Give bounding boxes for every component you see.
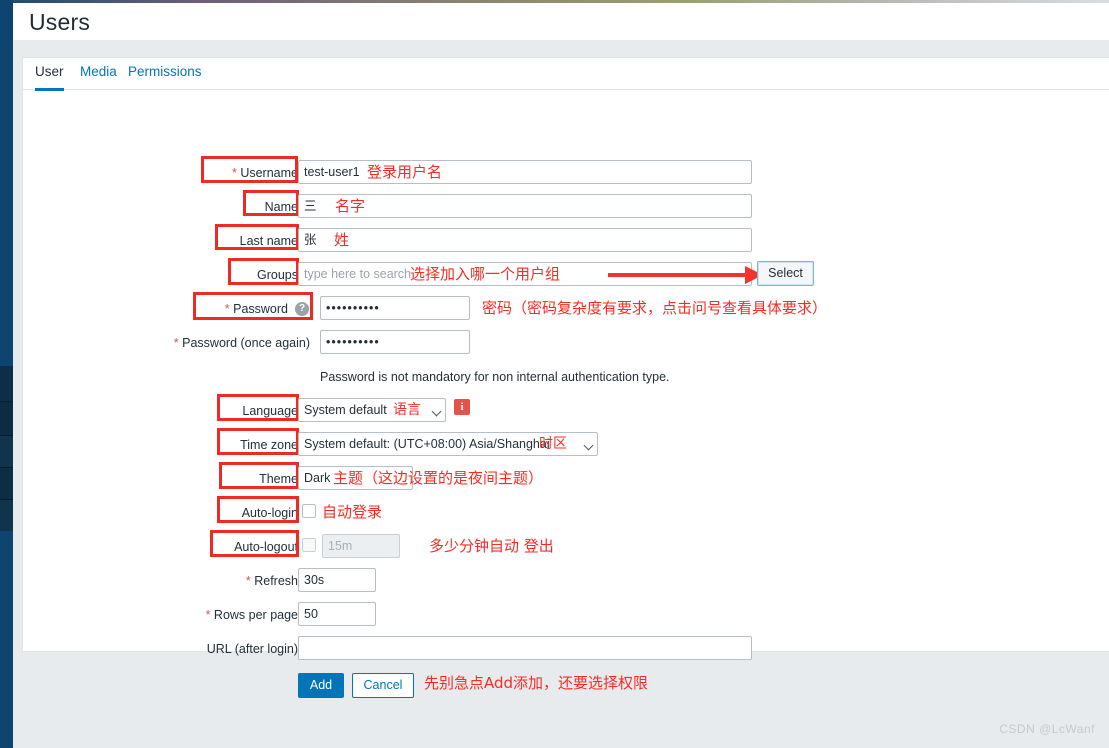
- page-title: Users: [29, 9, 91, 35]
- rows-per-page-label: * Rows per page: [205, 608, 298, 622]
- tab-bar: User Media Permissions: [23, 58, 1109, 91]
- refresh-input[interactable]: 30s: [298, 568, 376, 592]
- annotation-password: 密码（密码复杂度有要求，点击问号查看具体要求）: [482, 299, 828, 317]
- theme-label: Theme: [259, 472, 298, 486]
- required-marker: *: [205, 608, 211, 622]
- language-select[interactable]: System default: [298, 398, 446, 422]
- auto-login-checkbox[interactable]: [302, 504, 316, 518]
- language-select-value: System default: [304, 403, 387, 417]
- password-input[interactable]: ••••••••••: [320, 296, 470, 320]
- password-again-input[interactable]: ••••••••••: [320, 330, 470, 354]
- annotation-actions: 先别急点Add添加，还要选择权限: [424, 674, 649, 692]
- tab-permissions[interactable]: Permissions: [128, 64, 202, 88]
- chevron-down-icon: [583, 440, 594, 451]
- sidebar-segment[interactable]: [0, 435, 13, 467]
- required-marker: *: [231, 166, 237, 180]
- auto-logout-label: Auto-logout: [234, 540, 298, 554]
- name-input[interactable]: 三: [298, 194, 752, 218]
- annotation-username: 登录用户名: [367, 163, 443, 181]
- required-marker: *: [173, 336, 179, 350]
- groups-select-button[interactable]: Select: [757, 261, 814, 286]
- info-icon[interactable]: i: [454, 399, 470, 415]
- chevron-down-icon: [431, 406, 442, 417]
- password-again-label: * Password (once again): [173, 336, 310, 350]
- annotation-arrow-shaft: [608, 273, 748, 277]
- theme-select-value: Dark: [304, 471, 331, 485]
- sidebar-segment[interactable]: [0, 499, 13, 531]
- password-label: * Password: [224, 302, 288, 316]
- time-zone-select-value: System default: (UTC+08:00) Asia/Shangha…: [304, 437, 550, 451]
- last-name-label: Last name: [239, 234, 298, 248]
- annotation-time-zone: 时区: [539, 436, 567, 452]
- annotation-groups: 选择加入哪一个用户组: [410, 265, 561, 283]
- url-after-login-label: URL (after login): [206, 642, 298, 656]
- required-marker: *: [245, 574, 251, 588]
- cancel-button[interactable]: Cancel: [352, 673, 414, 698]
- sidebar-segment[interactable]: [0, 401, 13, 435]
- auto-logout-input: 15m: [322, 534, 400, 558]
- annotation-theme: 主题（这边设置的是夜间主题）: [333, 469, 544, 487]
- language-label: Language: [242, 404, 298, 418]
- app-root: Users User Media Permissions * Username …: [0, 0, 1109, 748]
- watermark: CSDN @LcWanf: [999, 722, 1095, 736]
- page-header: Users: [13, 3, 1109, 40]
- time-zone-label: Time zone: [240, 438, 298, 452]
- sidebar-segment[interactable]: [0, 366, 13, 401]
- refresh-label: * Refresh: [245, 574, 298, 588]
- name-label: Name: [264, 200, 298, 214]
- content-panel: User Media Permissions * Username test-u…: [22, 57, 1109, 698]
- rows-per-page-input[interactable]: 50: [298, 602, 376, 626]
- sidebar-segment[interactable]: [0, 467, 13, 499]
- url-after-login-input[interactable]: [298, 636, 752, 660]
- auto-logout-checkbox[interactable]: [302, 538, 316, 552]
- annotation-auto-logout: 多少分钟自动 登出: [429, 537, 554, 555]
- annotation-auto-login: 自动登录: [322, 503, 383, 521]
- add-button[interactable]: Add: [298, 673, 344, 698]
- annotation-name: 名字: [335, 197, 366, 215]
- groups-label: Groups: [257, 268, 298, 282]
- annotation-language: 语言: [393, 402, 421, 418]
- username-label: * Username: [231, 166, 298, 180]
- annotation-last-name: 姓: [334, 231, 350, 249]
- tab-media[interactable]: Media: [80, 64, 117, 88]
- tab-user[interactable]: User: [35, 64, 64, 91]
- last-name-input[interactable]: 张: [298, 228, 752, 252]
- password-hint-text: Password is not mandatory for non intern…: [320, 370, 670, 384]
- required-marker: *: [224, 302, 230, 316]
- left-sidebar[interactable]: [0, 0, 13, 748]
- auto-login-label: Auto-login: [241, 506, 298, 520]
- question-mark-icon[interactable]: ?: [295, 302, 309, 316]
